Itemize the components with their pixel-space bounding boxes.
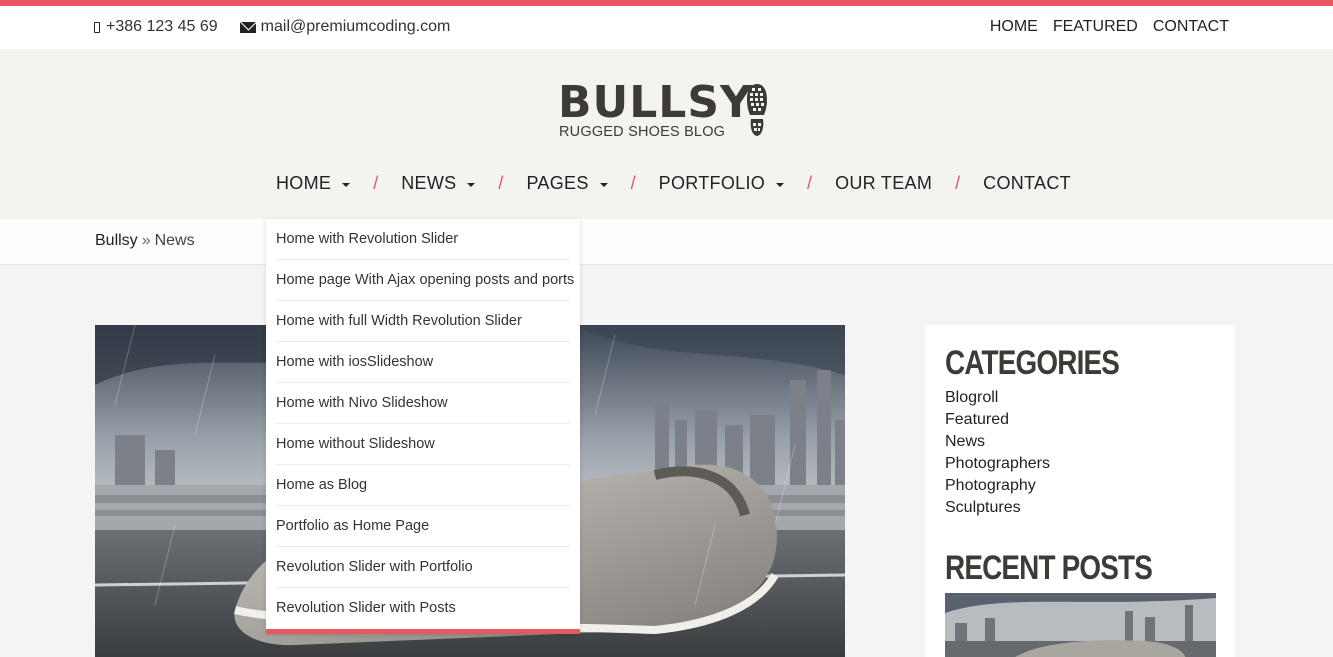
email-contact[interactable]: mail@premiumcoding.com	[239, 18, 451, 36]
breadcrumb: Bullsy » News	[95, 232, 195, 250]
dropdown-item[interactable]: Revolution Slider with Posts	[276, 588, 570, 629]
boot-print-icon	[747, 84, 767, 136]
nav-home[interactable]: HOME	[276, 173, 351, 194]
envelope-icon	[239, 21, 256, 33]
caret-down-icon	[342, 182, 351, 187]
site-logo[interactable]: BULLSY RUGGED SHOES BLOG	[558, 81, 773, 141]
logo-name: BULLSY	[558, 77, 753, 128]
nav-contact[interactable]: CONTACT	[983, 173, 1071, 194]
top-nav-home[interactable]: HOME	[990, 18, 1038, 36]
top-bar: +386 123 45 69 mail@premiumcoding.com HO…	[0, 6, 1333, 49]
nav-contact-label: CONTACT	[983, 173, 1071, 193]
nav-news[interactable]: NEWS	[401, 173, 476, 194]
caret-down-icon	[776, 182, 785, 187]
nav-separator: /	[630, 173, 636, 193]
breadcrumb-root[interactable]: Bullsy	[95, 232, 138, 250]
dropdown-item[interactable]: Home with full Width Revolution Slider	[276, 301, 570, 342]
category-link[interactable]: Sculptures	[945, 498, 1050, 520]
phone-icon	[94, 21, 100, 33]
nav-pages[interactable]: PAGES	[526, 173, 608, 194]
dropdown-item[interactable]: Home with Revolution Slider	[276, 219, 570, 260]
category-link[interactable]: Photography	[945, 476, 1050, 498]
logo-tagline: RUGGED SHOES BLOG	[559, 124, 726, 140]
dropdown-item[interactable]: Portfolio as Home Page	[276, 506, 570, 547]
main-nav: HOME / NEWS / PAGES / PORTFOLIO / OUR TE…	[276, 173, 1071, 194]
email-address: mail@premiumcoding.com	[260, 18, 451, 35]
recent-post-thumbnail[interactable]	[945, 593, 1216, 657]
nav-pages-label: PAGES	[526, 173, 589, 193]
home-dropdown-menu: Home with Revolution Slider Home page Wi…	[266, 219, 580, 634]
nav-home-label: HOME	[276, 173, 332, 193]
top-nav-contact[interactable]: CONTACT	[1153, 18, 1229, 36]
nav-portfolio-label: PORTFOLIO	[658, 173, 766, 193]
nav-separator: /	[955, 173, 961, 193]
recent-post-photo	[945, 593, 1216, 657]
dropdown-item[interactable]: Home page With Ajax opening posts and po…	[276, 260, 574, 301]
nav-separator: /	[373, 173, 379, 193]
phone-number: +386 123 45 69	[106, 18, 218, 35]
category-link[interactable]: Blogroll	[945, 388, 1050, 410]
breadcrumb-current: News	[154, 232, 195, 249]
caret-down-icon	[599, 182, 608, 187]
top-nav-featured[interactable]: FEATURED	[1053, 18, 1138, 36]
caret-down-icon	[467, 182, 476, 187]
category-link[interactable]: News	[945, 432, 1050, 454]
category-link[interactable]: Photographers	[945, 454, 1050, 476]
nav-our-team-label: OUR TEAM	[835, 173, 933, 193]
dropdown-item[interactable]: Revolution Slider with Portfolio	[276, 547, 570, 588]
nav-separator: /	[807, 173, 813, 193]
nav-separator: /	[498, 173, 504, 193]
categories-list: Blogroll Featured News Photographers Pho…	[945, 388, 1050, 520]
dropdown-item[interactable]: Home without Slideshow	[276, 424, 570, 465]
dropdown-list: Home with Revolution Slider Home page Wi…	[266, 219, 580, 629]
nav-our-team[interactable]: OUR TEAM	[835, 173, 932, 194]
breadcrumb-separator: »	[141, 232, 151, 249]
categories-title: CATEGORIES	[945, 344, 1120, 382]
top-nav: HOME FEATURED CONTACT	[975, 18, 1229, 36]
dropdown-item[interactable]: Home with Nivo Slideshow	[276, 383, 570, 424]
dropdown-item[interactable]: Home as Blog	[276, 465, 570, 506]
recent-posts-title: RECENT POSTS	[945, 549, 1153, 587]
contact-info: +386 123 45 69 mail@premiumcoding.com	[94, 18, 472, 36]
category-link[interactable]: Featured	[945, 410, 1050, 432]
site-header: BULLSY RUGGED SHOES BLOG HOME / NEWS / P…	[0, 49, 1333, 219]
dropdown-item[interactable]: Home with iosSlideshow	[276, 342, 570, 383]
nav-portfolio[interactable]: PORTFOLIO	[658, 173, 785, 194]
breadcrumb-bar: Bullsy » News	[0, 219, 1333, 265]
sidebar: CATEGORIES Blogroll Featured News Photog…	[925, 325, 1235, 657]
phone-contact[interactable]: +386 123 45 69	[94, 18, 218, 36]
nav-news-label: NEWS	[401, 173, 457, 193]
